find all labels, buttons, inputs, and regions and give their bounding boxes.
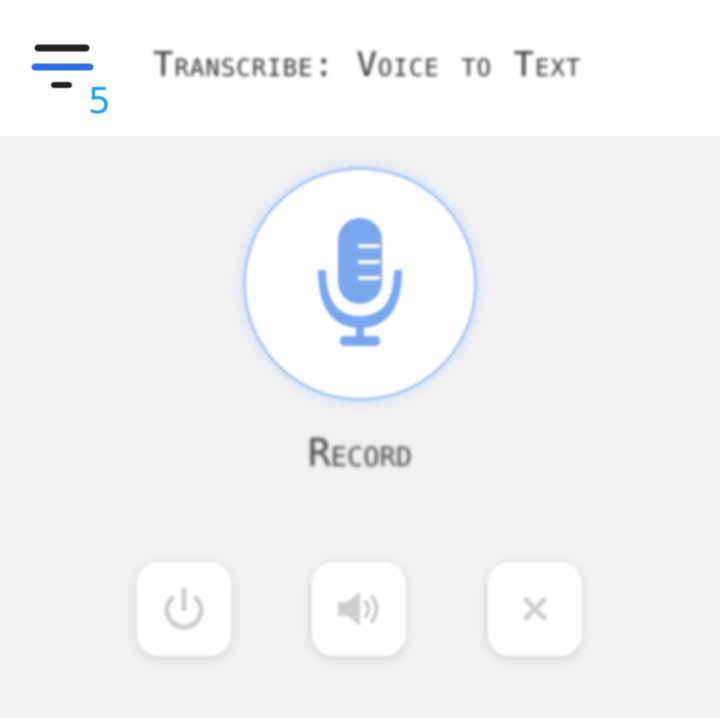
menu-button[interactable]: 5 [26,36,114,122]
record-label: Record [307,431,413,475]
speaker-icon [338,592,379,626]
sound-button[interactable] [312,562,406,656]
close-button[interactable] [488,562,582,656]
record-button[interactable] [246,170,474,398]
microphone-icon [318,218,402,346]
close-icon [523,597,547,621]
notification-count-badge: 5 [88,81,111,122]
power-button[interactable] [137,562,231,656]
app-header: 5 Transcribe: Voice to Text [0,0,720,136]
app-title: Transcribe: Voice to Text [153,45,582,85]
power-icon [164,587,204,630]
